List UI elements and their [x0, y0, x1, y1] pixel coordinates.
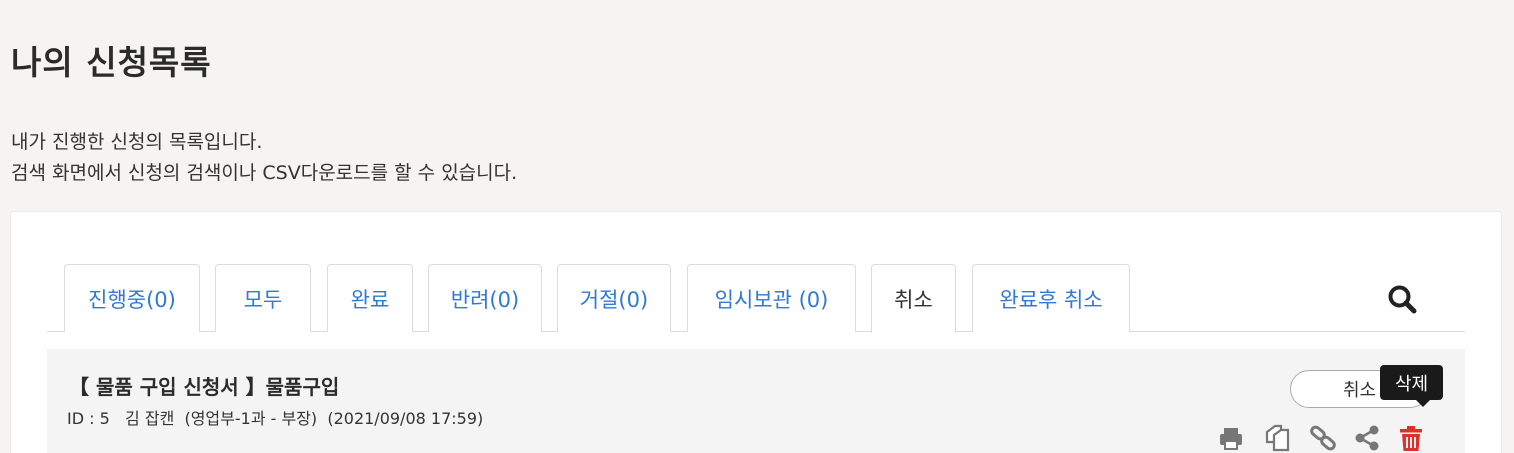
description-line-1: 내가 진행한 신청의 목록입니다.: [11, 131, 263, 153]
applicant-department: (영업부-1과 - 부장): [184, 409, 318, 428]
tab-returned[interactable]: 반려(0): [428, 264, 542, 332]
link-icon[interactable]: [1309, 424, 1337, 452]
request-datetime: (2021/09/08 17:59): [327, 409, 484, 428]
page-description: 내가 진행한 신청의 목록입니다. 검색 화면에서 신청의 검색이나 CSV다운…: [11, 127, 517, 189]
tab-completed[interactable]: 완료: [327, 264, 413, 332]
tab-in-progress[interactable]: 진행중(0): [64, 264, 200, 332]
tab-rejected[interactable]: 거절(0): [557, 264, 671, 332]
tab-cancelled-after-complete[interactable]: 완료후 취소: [972, 264, 1130, 332]
print-icon[interactable]: [1217, 424, 1245, 452]
search-icon[interactable]: [1387, 284, 1417, 314]
request-meta: ID : 5 김 잡캔 (영업부-1과 - 부장) (2021/09/08 17…: [67, 405, 483, 429]
copy-icon[interactable]: [1263, 424, 1291, 452]
status-tabs: 진행중(0) 모두 완료 반려(0) 거절(0) 임시보관 (0) 취소 완료후…: [47, 264, 1465, 333]
applicant-name: 김 잡캔: [125, 409, 175, 428]
trash-icon[interactable]: [1397, 424, 1425, 452]
description-line-2: 검색 화면에서 신청의 검색이나 CSV다운로드를 할 수 있습니다.: [11, 162, 518, 184]
tab-all[interactable]: 모두: [215, 264, 311, 332]
page-title: 나의 신청목록: [11, 43, 212, 82]
tab-draft[interactable]: 임시보관 (0): [687, 264, 856, 332]
request-id: ID : 5: [67, 409, 110, 428]
request-list-panel: 진행중(0) 모두 완료 반려(0) 거절(0) 임시보관 (0) 취소 완료후…: [10, 211, 1502, 453]
tab-cancelled[interactable]: 취소: [871, 264, 956, 333]
request-row[interactable]: 【 물품 구입 신청서 】물품구입 ID : 5 김 잡캔 (영업부-1과 - …: [47, 349, 1465, 453]
request-title[interactable]: 【 물품 구입 신청서 】물품구입: [69, 371, 339, 400]
share-icon[interactable]: [1353, 424, 1381, 452]
delete-tooltip: 삭제: [1380, 365, 1443, 407]
